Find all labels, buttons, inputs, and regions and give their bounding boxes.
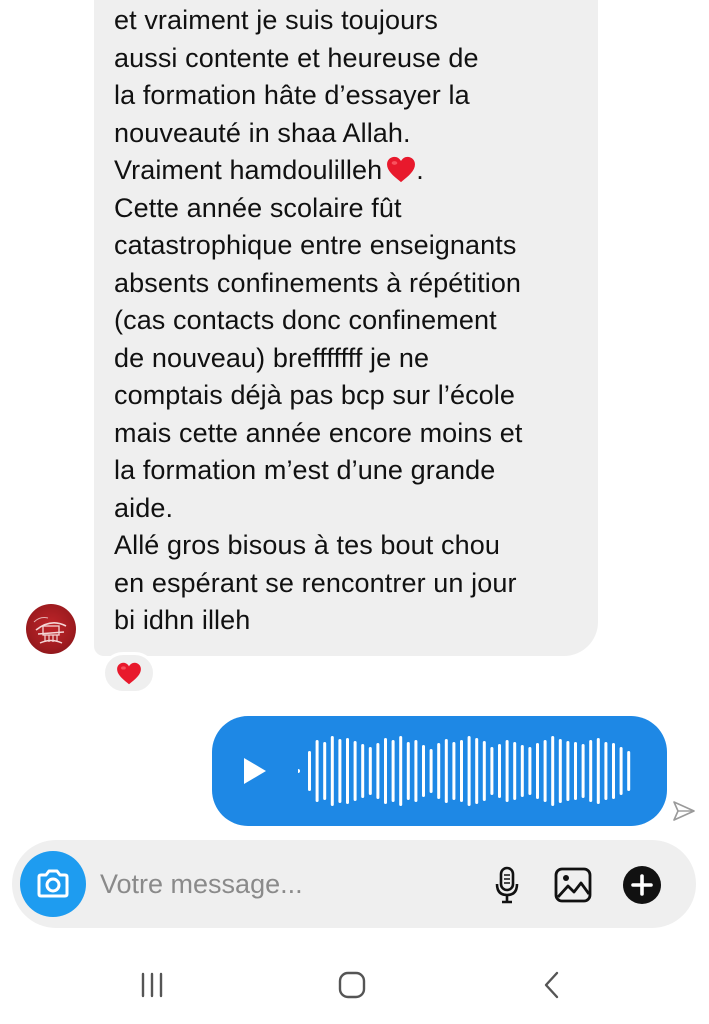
recent-apps-icon (141, 972, 163, 998)
waveform-bar (346, 738, 349, 804)
sent-icon (673, 801, 695, 821)
camera-icon (37, 869, 69, 898)
outgoing-voice-message[interactable] (212, 716, 667, 826)
waveform-bar (574, 742, 577, 800)
waveform-bar (315, 740, 319, 802)
waveform-bar (338, 739, 342, 803)
waveform-bar (368, 747, 372, 795)
message-line: mais cette année encore moins et (114, 418, 523, 448)
waveform-bar (505, 740, 509, 802)
waveform-bar (589, 740, 593, 802)
waveform-start-dot (298, 769, 300, 773)
waveform-bar (429, 749, 433, 793)
waveform-bar (528, 747, 532, 795)
waveform-bar (551, 736, 555, 806)
waveform-bar (422, 745, 425, 797)
message-line: (cas contacts donc confinement (114, 305, 497, 335)
message-line: bi idhn illeh (114, 605, 251, 635)
message-line-with-emoji: Vraiment hamdoulilleh. (114, 152, 424, 190)
waveform-bar (566, 741, 570, 801)
waveform-bar (467, 736, 471, 806)
microphone-icon (495, 866, 519, 904)
waveform-bar (558, 739, 562, 803)
waveform-bar (581, 744, 585, 798)
waveform-bar (452, 742, 456, 800)
plus-icon (623, 866, 661, 904)
waveform-bar (330, 736, 334, 806)
waveform-bar (361, 744, 365, 798)
message-line: Cette année scolaire fût (114, 193, 402, 223)
message-line: catastrophique entre enseignants (114, 230, 517, 260)
message-composer (12, 840, 696, 928)
waveform-bar (513, 742, 517, 800)
message-line: nouveauté in shaa Allah. (114, 118, 411, 148)
gallery-button[interactable] (552, 864, 594, 906)
message-line: de nouveau) brefffffff je ne (114, 343, 430, 373)
message-input[interactable] (100, 862, 400, 906)
microphone-button[interactable] (486, 864, 528, 906)
waveform-bar (391, 740, 395, 802)
waveform-bar (543, 740, 547, 802)
waveform-bar (482, 741, 486, 801)
sender-avatar[interactable] (26, 604, 76, 654)
message-line: aussi contente et heureuse de (114, 43, 479, 73)
waveform-bar (520, 745, 524, 797)
waveform-bar (399, 736, 403, 806)
message-line: Allé gros bisous à tes bout chou (114, 530, 500, 560)
message-line: en espérant se rencontrer un jour (114, 568, 517, 598)
waveform-bar (406, 742, 410, 800)
message-punctuation: . (416, 155, 424, 185)
waveform-bar (596, 738, 600, 804)
waveform-bar (490, 747, 494, 795)
waveform-bar (460, 740, 463, 802)
waveform-bar (353, 741, 357, 801)
waveform-bar (376, 743, 380, 799)
message-line: comptais déjà pas bcp sur l’école (114, 380, 516, 410)
waveform-bar (323, 742, 327, 800)
system-navigation-bar (0, 955, 709, 1015)
recent-apps-button[interactable] (132, 969, 172, 1001)
waveform-bar (384, 738, 387, 804)
heart-reaction-icon (117, 662, 141, 684)
heart-emoji-icon (387, 156, 416, 183)
message-line: la formation hâte d’essayer la (114, 80, 470, 110)
waveform-bar (475, 738, 479, 804)
avatar-logo-icon (33, 617, 67, 644)
waveform-bar (437, 743, 441, 799)
waveform-bar (308, 751, 311, 791)
waveform-bar (536, 743, 539, 799)
message-line: aide. (114, 493, 174, 523)
message-line: la formation m’est d’une grande (114, 455, 496, 485)
waveform-bar (627, 751, 631, 791)
more-options-button[interactable] (621, 864, 663, 906)
waveform-bar (604, 742, 608, 800)
waveform-bar (619, 747, 623, 795)
incoming-message-bubble[interactable]: et vraiment je suis toujours aussi conte… (94, 0, 598, 656)
heart-reaction[interactable] (102, 652, 156, 694)
camera-button[interactable] (20, 851, 86, 917)
waveform-bar (498, 744, 501, 798)
home-button[interactable] (332, 969, 372, 1001)
play-icon[interactable] (242, 756, 268, 786)
message-line: absents confinements à répétition (114, 268, 522, 298)
waveform-bar (414, 740, 418, 802)
audio-waveform[interactable] (298, 716, 648, 826)
waveform-bar (612, 743, 615, 799)
gallery-icon (554, 867, 592, 903)
home-icon (338, 971, 366, 999)
waveform-bar (444, 739, 448, 803)
message-line: et vraiment je suis toujours (114, 5, 438, 35)
message-text: Vraiment hamdoulilleh (114, 155, 383, 185)
back-icon (544, 971, 559, 999)
back-button[interactable] (532, 969, 572, 1001)
